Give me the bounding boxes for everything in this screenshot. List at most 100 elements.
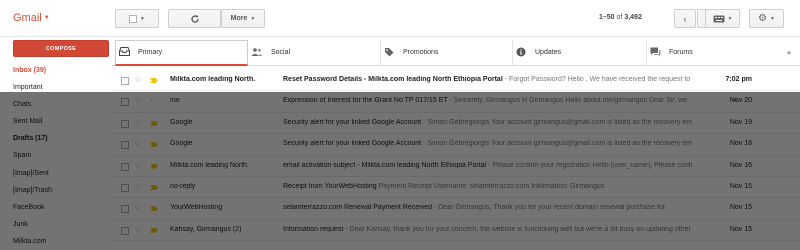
important-marker-icon[interactable] bbox=[150, 142, 158, 148]
refresh-button[interactable] bbox=[168, 9, 221, 28]
sidebar-item-important[interactable]: Important bbox=[0, 79, 112, 96]
page-range: 1–50 bbox=[599, 14, 615, 21]
message-sender: Kahsay, Girmangus (2) bbox=[170, 225, 242, 233]
message-subject-line: Reset Password Details - Milkta.com lead… bbox=[283, 76, 730, 83]
total-count: 3,492 bbox=[624, 14, 642, 21]
message-row[interactable]: ☆ Google Security alert for your linked … bbox=[112, 112, 800, 135]
sidebar: Inbox (39) Important Chats Sent Mail Dra… bbox=[0, 62, 112, 250]
people-icon bbox=[249, 47, 265, 58]
prev-page-button[interactable]: ‹ bbox=[674, 9, 696, 28]
message-subject-line: Information request - Dear Kahsay, thank… bbox=[283, 226, 730, 233]
star-icon[interactable]: ☆ bbox=[134, 138, 142, 149]
message-subject-line: Expression of Interest for the Grant No … bbox=[283, 97, 730, 104]
tab-forums[interactable]: Forums bbox=[647, 40, 777, 66]
message-subject-line: email activation subject - Milkta.com le… bbox=[283, 162, 730, 169]
message-row[interactable]: ☆ YourWebHosting selamterrazzo.com Renew… bbox=[112, 198, 800, 220]
row-checkbox[interactable] bbox=[121, 226, 129, 235]
message-row[interactable]: ☆ Kahsay, Girmangus (2) Information requ… bbox=[112, 219, 800, 242]
message-row[interactable]: ☆ › me Expression of Interest for the Gr… bbox=[112, 91, 800, 113]
row-checkbox[interactable] bbox=[121, 162, 129, 171]
message-row[interactable]: ☆ no-reply Receipt from YourWebHosting P… bbox=[112, 176, 800, 199]
tab-updates[interactable]: Updates bbox=[513, 40, 645, 66]
row-checkbox[interactable] bbox=[121, 77, 129, 85]
star-icon[interactable]: ☆ bbox=[134, 95, 142, 106]
sidebar-item-drafts[interactable]: Drafts (17) bbox=[0, 130, 112, 147]
important-marker-icon[interactable] bbox=[150, 78, 158, 83]
row-checkbox[interactable] bbox=[121, 141, 129, 150]
message-date: Nov 18 bbox=[729, 140, 752, 148]
message-subject: Expression of Interest for the Grant No … bbox=[283, 97, 448, 105]
message-subject-line: selamterrazzo.com Renewal Payment Receiv… bbox=[283, 204, 730, 211]
sidebar-item-sent-mail[interactable]: Sent Mail bbox=[0, 113, 112, 130]
message-subject: Security alert for your linked Google Ac… bbox=[283, 140, 422, 148]
sidebar-item-milkta[interactable]: Milkta.com bbox=[0, 233, 112, 250]
star-icon[interactable]: ☆ bbox=[134, 181, 142, 192]
message-subject: Information request bbox=[283, 225, 344, 233]
pagination-info: 1–50 of 3,492 bbox=[599, 14, 642, 21]
message-date: Nov 19 bbox=[729, 118, 752, 126]
message-sender: YourWebHosting bbox=[170, 204, 223, 212]
add-tab-button[interactable]: + bbox=[778, 40, 800, 66]
sidebar-item-junk[interactable]: Junk bbox=[0, 216, 112, 233]
sidebar-item-chats[interactable]: Chats bbox=[0, 96, 112, 113]
sidebar-item-facebook[interactable]: FaceBook bbox=[0, 199, 112, 216]
app-logo-label: Gmail bbox=[13, 12, 42, 24]
message-snippet: - Dear Girmangus, Thank you for your rec… bbox=[432, 204, 666, 212]
message-snippet: - Forgot Password? Hello , We have recei… bbox=[502, 76, 691, 83]
message-sender: Milkta.com leading North. bbox=[170, 161, 249, 169]
message-subject: selamterrazzo.com Renewal Payment Receiv… bbox=[283, 204, 433, 212]
tab-primary[interactable]: Primary bbox=[115, 40, 248, 66]
chevron-right-icon[interactable]: › bbox=[150, 96, 158, 103]
compose-label: COMPOSE bbox=[45, 45, 77, 52]
important-marker-icon[interactable] bbox=[150, 206, 158, 212]
info-icon bbox=[513, 47, 529, 59]
row-checkbox[interactable] bbox=[121, 98, 129, 107]
important-marker-icon[interactable] bbox=[150, 227, 158, 233]
message-date: Nov 16 bbox=[729, 161, 752, 169]
star-icon[interactable]: ☆ bbox=[134, 74, 142, 85]
important-marker-icon[interactable] bbox=[150, 163, 158, 169]
sidebar-item-imap-trash[interactable]: [Imap]/Trash bbox=[0, 182, 112, 199]
tab-social[interactable]: Social bbox=[249, 40, 379, 66]
message-row[interactable]: ☆ Google Security alert for your linked … bbox=[112, 134, 800, 156]
select-all-button[interactable]: ▼ bbox=[115, 9, 159, 28]
chevron-down-icon: ▼ bbox=[770, 15, 775, 22]
row-checkbox[interactable] bbox=[121, 205, 129, 214]
important-marker-icon[interactable] bbox=[150, 184, 158, 190]
message-row[interactable]: ☆ Milkta.com leading North. Reset Passwo… bbox=[112, 70, 800, 92]
row-checkbox[interactable] bbox=[121, 183, 129, 192]
message-sender: me bbox=[170, 97, 180, 105]
app-logo[interactable]: Gmail ▼ bbox=[13, 12, 50, 24]
message-row[interactable]: ☆ Milkta.com leading North. email activa… bbox=[112, 155, 800, 177]
compose-button[interactable]: COMPOSE bbox=[13, 40, 109, 57]
message-snippet: - Dear Kahsay, thank you for your concer… bbox=[343, 225, 691, 233]
settings-button[interactable]: ⚙ ▼ bbox=[749, 9, 784, 28]
star-icon[interactable]: ☆ bbox=[134, 224, 142, 235]
star-icon[interactable]: ☆ bbox=[134, 160, 142, 171]
tag-icon bbox=[381, 47, 397, 59]
category-tabs: Primary Social Promotions Updates Forums… bbox=[112, 40, 800, 66]
sidebar-item-imap-sent[interactable]: [Imap]/Sent bbox=[0, 165, 112, 182]
message-date: Nov 15 bbox=[729, 225, 752, 233]
more-button[interactable]: More ▼ bbox=[221, 9, 265, 28]
row-checkbox[interactable] bbox=[121, 119, 129, 128]
message-snippet: - Simon Gebregiorgis Your account girman… bbox=[421, 118, 693, 126]
tab-label: Promotions bbox=[403, 49, 439, 56]
message-subject-line: Receipt from YourWebHosting Payment Rece… bbox=[283, 183, 730, 190]
sidebar-item-label: [Imap]/Trash bbox=[13, 186, 53, 194]
refresh-icon bbox=[190, 14, 199, 23]
sidebar-item-label: Chats bbox=[13, 101, 32, 109]
important-marker-icon[interactable] bbox=[150, 120, 158, 126]
star-icon[interactable]: ☆ bbox=[134, 117, 142, 128]
message-sender: Google bbox=[170, 140, 193, 148]
tab-promotions[interactable]: Promotions bbox=[381, 40, 511, 66]
message-snippet: - Sincerely, Girmangus H Girmangus Hallo… bbox=[447, 97, 688, 105]
input-tools-button[interactable]: ▼ bbox=[705, 9, 740, 28]
inbox-icon bbox=[116, 47, 132, 58]
star-icon[interactable]: ☆ bbox=[134, 202, 142, 213]
sidebar-item-spam[interactable]: Spam bbox=[0, 147, 112, 164]
select-all-checkbox[interactable] bbox=[129, 14, 138, 23]
sidebar-item-label: [Imap]/Sent bbox=[13, 169, 49, 177]
chevron-left-icon: ‹ bbox=[683, 13, 687, 24]
sidebar-item-inbox[interactable]: Inbox (39) bbox=[0, 62, 112, 79]
